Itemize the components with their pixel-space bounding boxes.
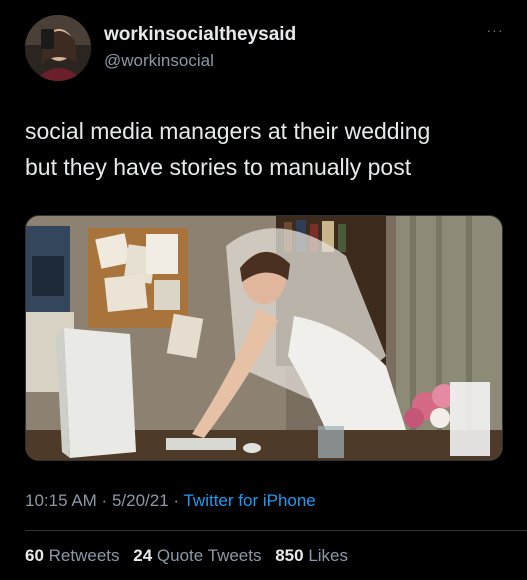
- quote-tweets-count: 24: [133, 546, 153, 565]
- tweet-media-photo[interactable]: [25, 215, 503, 461]
- retweets-label: Retweets: [43, 546, 120, 565]
- meta-separator: ·: [96, 491, 112, 510]
- profile-photo-icon: [25, 15, 91, 81]
- tweet-meta: 10:15 AM · 5/20/21 · Twitter for iPhone: [25, 491, 316, 511]
- divider: [25, 530, 527, 531]
- tweet-text: social media managers at their wedding b…: [25, 118, 431, 180]
- more-options-icon[interactable]: ···: [483, 22, 507, 38]
- photo-icon: [26, 216, 502, 460]
- retweets-stat[interactable]: 60 Retweets: [25, 546, 120, 565]
- tweet-date[interactable]: 5/20/21: [112, 491, 169, 510]
- tweet-time[interactable]: 10:15 AM: [25, 491, 97, 510]
- likes-label: Likes: [303, 546, 349, 565]
- tweet-stats: 60 Retweets 24 Quote Tweets 850 Likes: [25, 546, 357, 566]
- display-name[interactable]: workinsocialtheysaid: [104, 24, 296, 46]
- user-handle[interactable]: @workinsocial: [104, 51, 214, 71]
- likes-stat[interactable]: 850 Likes: [275, 546, 348, 565]
- tweet-source-link[interactable]: Twitter for iPhone: [183, 491, 315, 510]
- avatar[interactable]: [25, 15, 91, 81]
- retweets-count: 60: [25, 546, 44, 565]
- quote-tweets-label: Quote Tweets: [152, 546, 262, 565]
- tweet: workinsocialtheysaid @workinsocial ··· s…: [0, 0, 527, 580]
- quote-tweets-stat[interactable]: 24 Quote Tweets: [133, 546, 261, 565]
- likes-count: 850: [275, 546, 304, 565]
- meta-separator: ·: [168, 491, 184, 510]
